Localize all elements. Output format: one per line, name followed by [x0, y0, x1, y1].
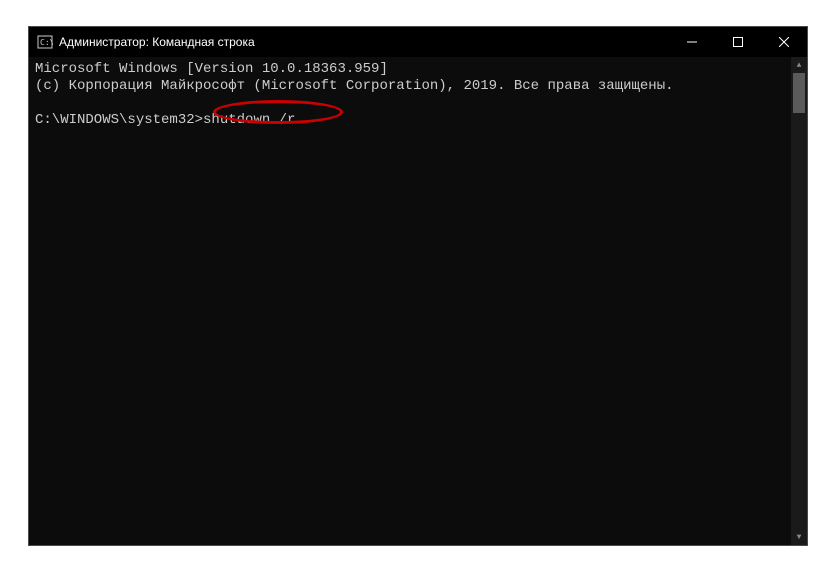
- scrollbar-thumb[interactable]: [793, 73, 805, 113]
- version-line: Microsoft Windows [Version 10.0.18363.95…: [35, 61, 801, 78]
- prompt-path: C:\WINDOWS\system32>: [35, 112, 203, 128]
- svg-text:C:\: C:\: [40, 38, 53, 47]
- window-controls: [669, 27, 807, 57]
- scroll-up-arrow[interactable]: ▲: [791, 57, 807, 73]
- titlebar[interactable]: C:\ Администратор: Командная строка: [29, 27, 807, 57]
- command-prompt-window: C:\ Администратор: Командная строка Micr…: [28, 26, 808, 546]
- scroll-down-arrow[interactable]: ▼: [791, 529, 807, 545]
- cmd-icon: C:\: [37, 34, 53, 50]
- maximize-button[interactable]: [715, 27, 761, 57]
- vertical-scrollbar[interactable]: ▲ ▼: [791, 57, 807, 545]
- command-input[interactable]: shutdown /r: [203, 112, 295, 128]
- prompt-line: C:\WINDOWS\system32>shutdown /r: [35, 112, 801, 129]
- minimize-button[interactable]: [669, 27, 715, 57]
- window-title: Администратор: Командная строка: [59, 35, 255, 49]
- copyright-line: (c) Корпорация Майкрософт (Microsoft Cor…: [35, 78, 801, 95]
- close-button[interactable]: [761, 27, 807, 57]
- terminal-content[interactable]: Microsoft Windows [Version 10.0.18363.95…: [29, 57, 807, 545]
